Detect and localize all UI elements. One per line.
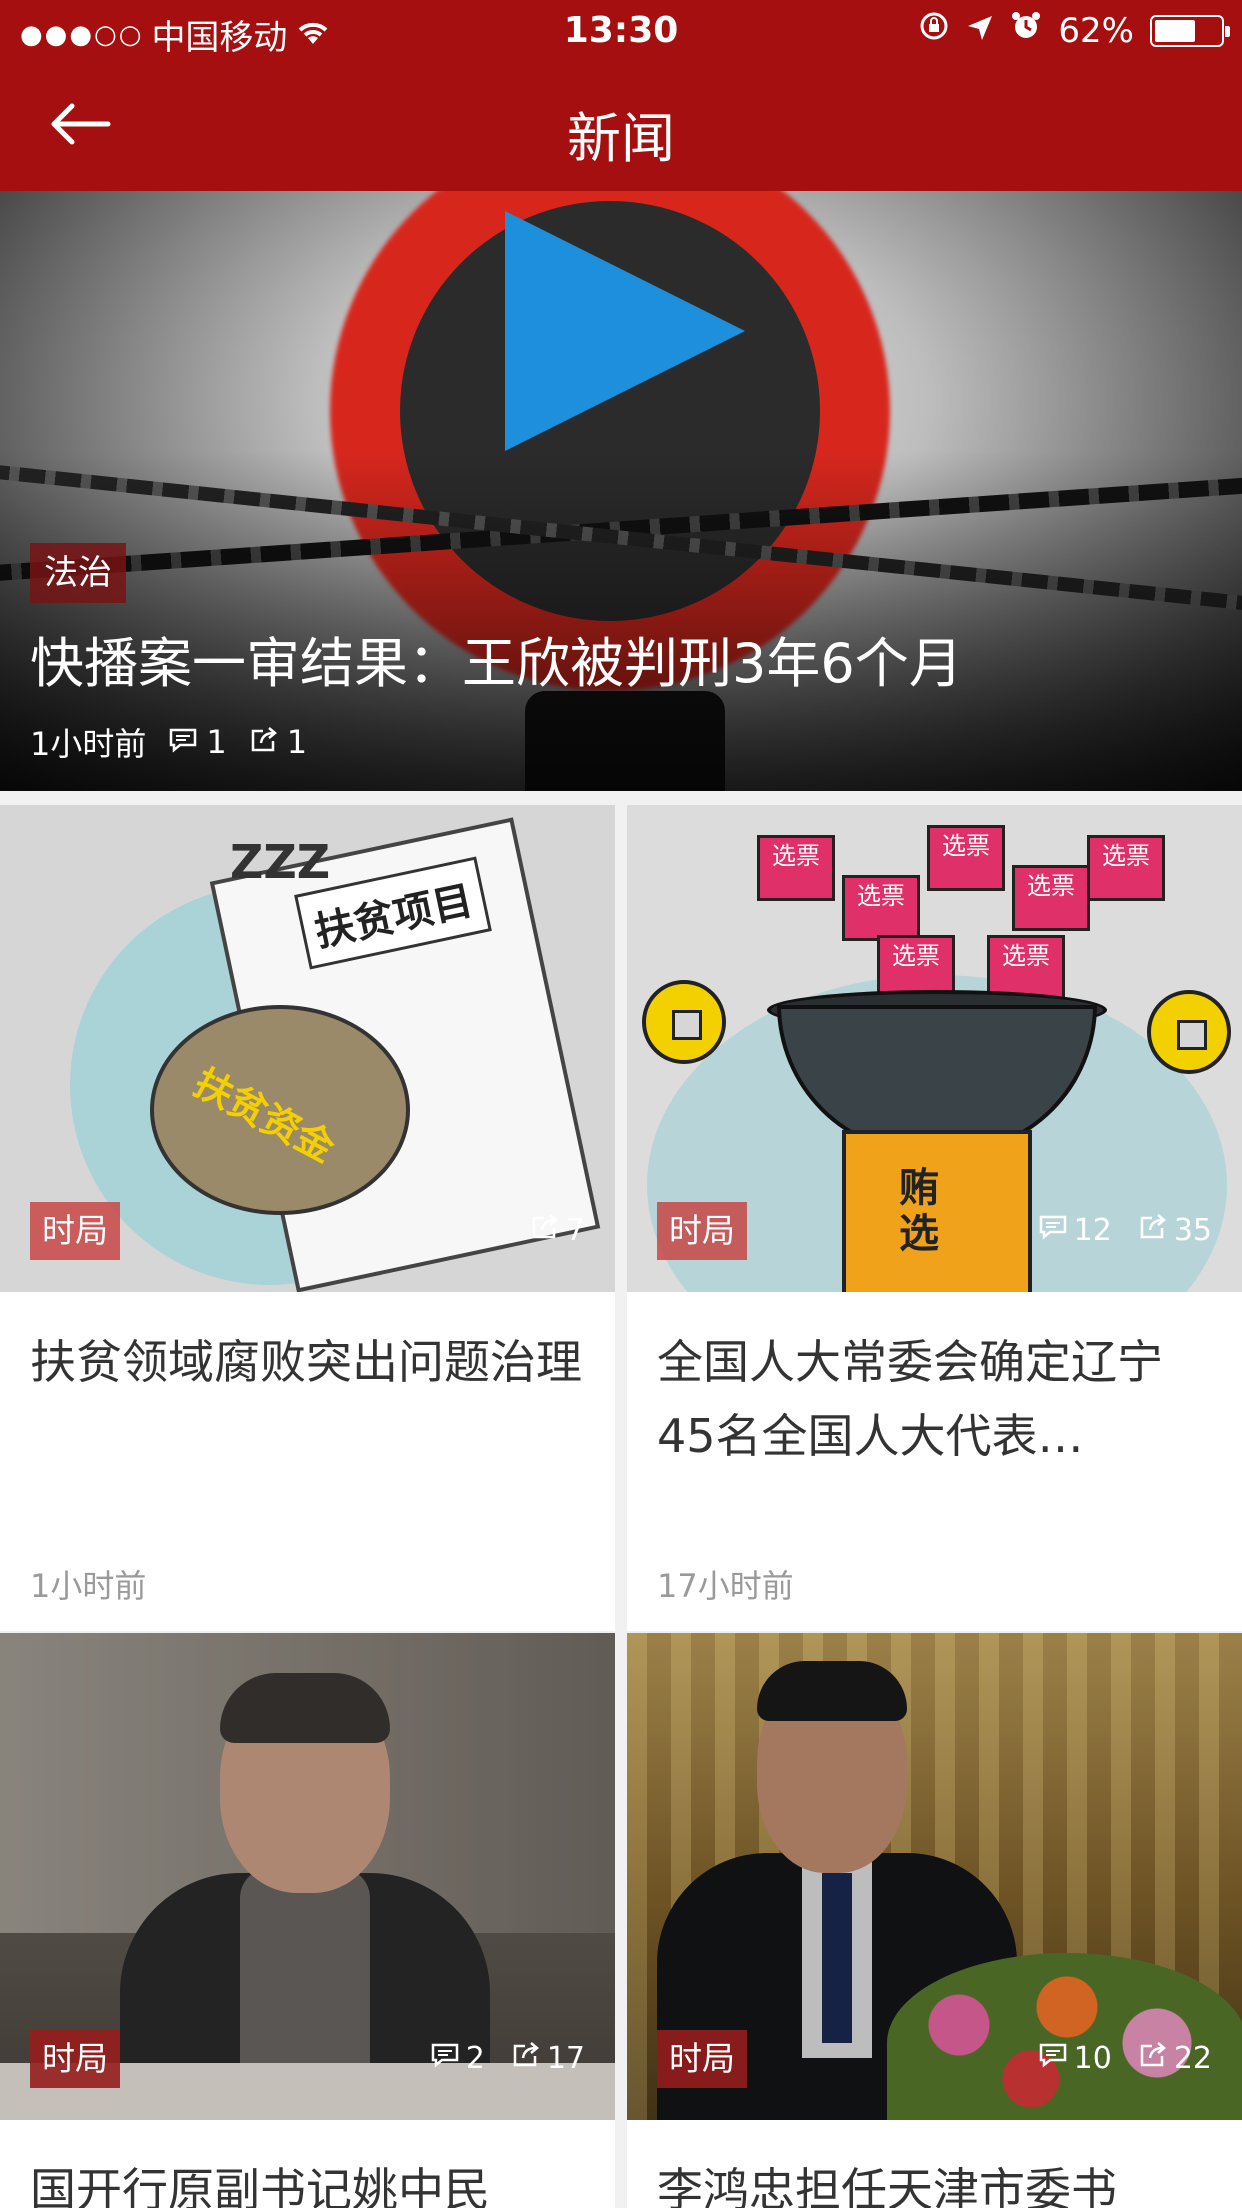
illustration-zzz: ZZZ [230,835,331,889]
comment-icon [430,2041,460,2076]
card-stats: 12 35 [1038,1212,1212,1248]
article-card[interactable]: 时局 2 17 国开行原副书记姚中民 [0,1633,615,2208]
alarm-icon [1010,10,1042,51]
comment-icon [168,723,198,761]
article-title: 全国人大常委会确定辽宁45名全国人大代表… [657,1335,1163,1463]
ballot-illustration: 选票 [757,835,835,901]
comment-count: 10 [1073,2040,1112,2076]
featured-article-title: 快播案一审结果：王欣被判刑3年6个月 [30,632,963,695]
comment-count: 12 [1073,1212,1112,1248]
featured-article[interactable]: 法治 快播案一审结果：王欣被判刑3年6个月 1小时前 1 1 [0,191,1242,791]
article-card[interactable]: 选票 选票 选票 选票 选票 选票 选票 贿选 时局 12 35 全国人大常委会… [627,805,1242,1631]
status-bar: ●●●○○ 中国移动 13:30 62% [0,0,1242,62]
article-title: 李鸿忠担任天津市委书 [657,2163,1117,2208]
share-icon [1138,2040,1168,2076]
card-stats: 2 17 [430,2040,585,2076]
share-icon [530,1212,560,1248]
share-icon [511,2040,541,2076]
news-screen: ●●●○○ 中国移动 13:30 62% 新闻 法治 快播案一审结果：王欣被判刑… [0,0,1242,2208]
coin-illustration [642,980,726,1064]
category-tag: 时局 [30,1202,120,1260]
share-count: 7 [565,1212,585,1248]
publish-time: 1小时前 [30,725,147,763]
illustration-label: 贿选 [899,1165,939,1257]
article-title: 扶贫领域腐败突出问题治理 [30,1335,582,1389]
navigation-bar: 新闻 [0,62,1242,191]
share-count: 17 [546,2040,585,2076]
share-icon [1138,1212,1168,1248]
ballot-illustration: 选票 [842,875,920,941]
share-icon [249,723,279,761]
share-count: 1 [286,723,308,761]
comment-count: 1 [206,723,227,761]
publish-time: 1小时前 [30,1567,147,1605]
category-tag: 法治 [30,543,126,603]
ballot-illustration: 选票 [927,825,1005,891]
battery-icon [1150,14,1230,47]
battery-percent: 62% [1058,10,1134,51]
ballot-illustration: 选票 [1087,835,1165,901]
coin-illustration [1147,990,1231,1074]
location-arrow-icon [966,11,994,51]
share-count: 35 [1173,1212,1212,1248]
comment-icon [1038,1213,1068,1248]
ballot-illustration: 选票 [1012,865,1090,931]
comment-icon [1038,2041,1068,2076]
rotation-lock-icon [918,10,950,51]
category-tag: 时局 [657,1202,747,1260]
category-tag: 时局 [30,2030,120,2088]
hero-image-play-shape [505,211,745,451]
category-tag: 时局 [657,2030,747,2088]
featured-article-meta: 1小时前 1 1 [30,719,307,765]
article-card[interactable]: 扶贫项目 ZZZ 扶贫资金 时局 7 扶贫领域腐败突出问题治理 1小时前 [0,805,615,1631]
article-card[interactable]: 时局 10 22 李鸿忠担任天津市委书 [627,1633,1242,2208]
share-count: 22 [1173,2040,1212,2076]
page-title: 新闻 [567,107,675,170]
top-bar: ●●●○○ 中国移动 13:30 62% 新闻 [0,0,1242,191]
article-title: 国开行原副书记姚中民 [30,2163,490,2208]
card-stats: 7 [530,1212,585,1248]
publish-time: 17小时前 [657,1567,794,1605]
card-stats: 10 22 [1038,2040,1212,2076]
comment-count: 2 [465,2040,485,2076]
